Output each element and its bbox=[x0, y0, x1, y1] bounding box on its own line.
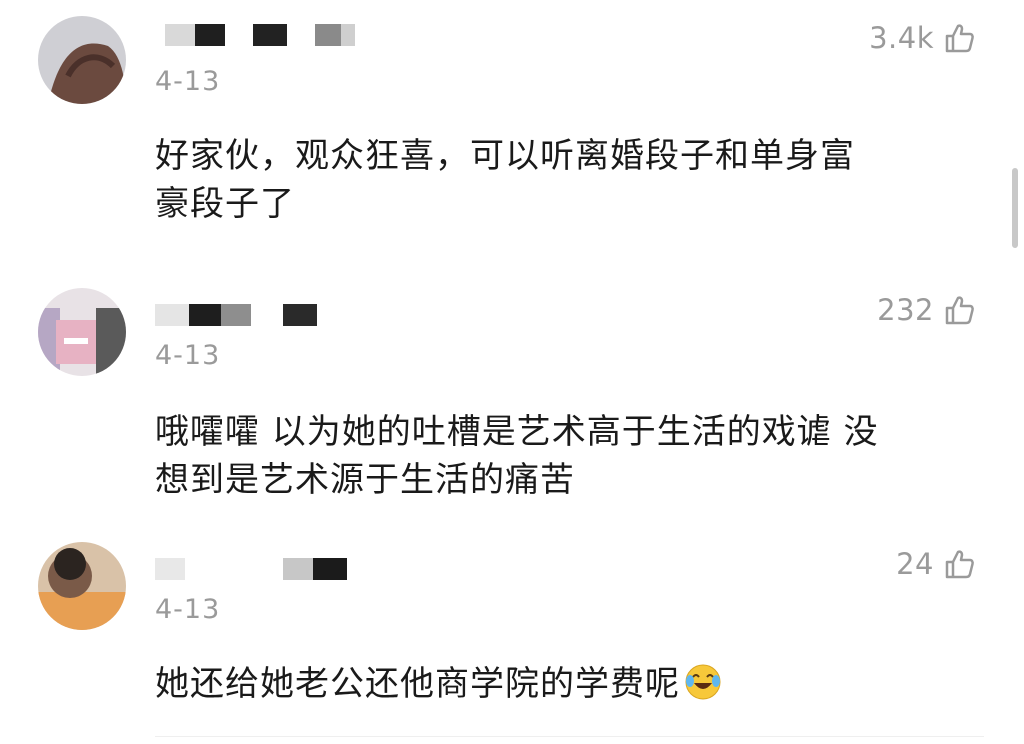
like-count: 3.4k bbox=[869, 21, 934, 55]
thumbs-up-icon bbox=[945, 24, 974, 53]
avatar[interactable] bbox=[38, 288, 126, 376]
like-button[interactable]: 3.4k bbox=[869, 18, 976, 58]
comment-text: 她还给她老公还他商学院的学费呢 bbox=[155, 660, 985, 714]
comment-text: 哦嚯嚯 以为她的吐槽是艺术高于生活的戏谑 没 想到是艺术源于生活的痛苦 bbox=[155, 408, 985, 504]
username-redacted[interactable] bbox=[155, 298, 355, 326]
avatar[interactable] bbox=[38, 16, 126, 104]
comment-text-line: 豪段子了 bbox=[155, 184, 295, 224]
username-redacted[interactable] bbox=[155, 18, 375, 46]
comment-date: 4-13 bbox=[155, 340, 221, 371]
comment-text-line: 哦嚯嚯 以为她的吐槽是艺术高于生活的戏谑 没 bbox=[155, 412, 879, 452]
like-count: 232 bbox=[877, 293, 934, 327]
thumbs-up-icon bbox=[945, 550, 974, 579]
comment-text: 好家伙，观众狂喜，可以听离婚段子和单身富 豪段子了 bbox=[155, 132, 985, 228]
comment-text-line: 她还给她老公还他商学院的学费呢 bbox=[155, 664, 680, 704]
username-redacted[interactable] bbox=[155, 552, 355, 580]
laughing-crying-emoji-icon bbox=[684, 663, 722, 714]
comment-date: 4-13 bbox=[155, 66, 221, 97]
like-count: 24 bbox=[896, 547, 934, 581]
like-button[interactable]: 232 bbox=[877, 290, 976, 330]
avatar[interactable] bbox=[38, 542, 126, 630]
like-button[interactable]: 24 bbox=[896, 544, 976, 584]
scrollbar[interactable] bbox=[1012, 168, 1018, 248]
thumbs-up-icon bbox=[945, 296, 974, 325]
bottom-divider bbox=[155, 736, 984, 737]
comment-text-line: 好家伙，观众狂喜，可以听离婚段子和单身富 bbox=[155, 136, 855, 176]
comment-text-line: 想到是艺术源于生活的痛苦 bbox=[155, 460, 575, 500]
comment-date: 4-13 bbox=[155, 594, 221, 625]
